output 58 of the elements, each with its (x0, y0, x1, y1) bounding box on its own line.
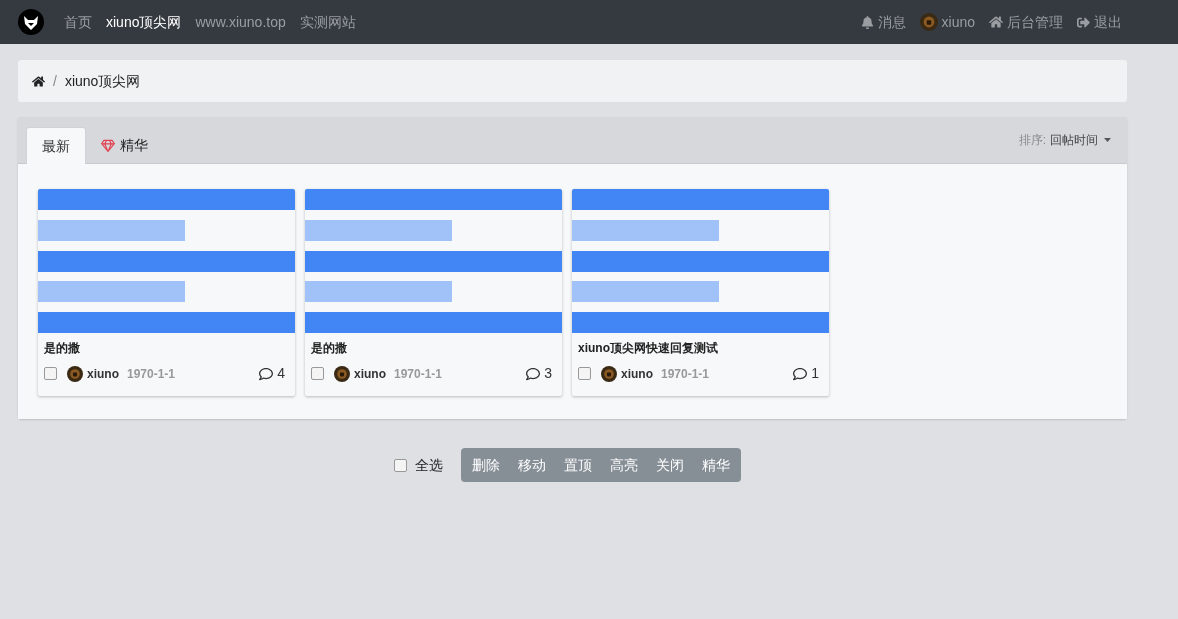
thread-title[interactable]: 是的撒 (311, 339, 556, 357)
nav-link[interactable]: 消息 (860, 11, 906, 33)
post-date: 1970-1-1 (661, 365, 710, 383)
comment-icon (793, 366, 808, 381)
select-all-label: 全选 (415, 455, 443, 475)
checkbox[interactable] (578, 367, 591, 380)
checkbox[interactable] (44, 367, 57, 380)
sort-dropdown[interactable]: 回帖时间 (1050, 131, 1111, 149)
author-name: xiuno (87, 365, 119, 383)
nav-link[interactable]: 实测网站 (299, 11, 356, 33)
author-name: xiuno (354, 365, 386, 383)
home-icon[interactable] (32, 74, 45, 88)
thread-card[interactable]: 是的撒 xiuno 1970-1-1 4 (38, 189, 295, 396)
thread-title[interactable]: 是的撒 (44, 339, 289, 357)
reply-count: 4 (277, 364, 285, 383)
nav-link[interactable]: 首页 (64, 11, 92, 33)
nav-link[interactable]: www.xiuno.top (195, 11, 286, 33)
post-date: 1970-1-1 (394, 365, 443, 383)
comment-icon (259, 366, 274, 381)
action-button[interactable]: 关闭 (647, 448, 693, 482)
breadcrumb-separator: / (53, 71, 57, 91)
gem-icon (101, 138, 115, 153)
caret-icon (1104, 138, 1111, 142)
action-button[interactable]: 置顶 (555, 448, 601, 482)
home-icon (989, 15, 1003, 29)
comment-icon (526, 366, 541, 381)
nav-link[interactable]: xiuno (919, 11, 975, 33)
avatar-icon (67, 365, 83, 382)
thread-title[interactable]: xiuno顶尖网快速回复测试 (578, 339, 823, 357)
tab[interactable]: 精华 (86, 127, 163, 164)
nav-link-label: 消息 (877, 12, 906, 32)
nav-link[interactable]: 退出 (1077, 11, 1122, 33)
logout-icon (1077, 15, 1090, 29)
action-button[interactable]: 移动 (509, 448, 555, 482)
thread-card[interactable]: xiuno顶尖网快速回复测试 xiuno 1970-1-1 1 (572, 189, 829, 396)
post-date: 1970-1-1 (127, 365, 176, 383)
action-button[interactable]: 高亮 (601, 448, 647, 482)
avatar-icon (919, 13, 938, 31)
author-name: xiuno (621, 365, 653, 383)
breadcrumb-link[interactable]: xiuno顶尖网 (64, 70, 141, 92)
nav-link[interactable]: 后台管理 (989, 11, 1063, 33)
bell-icon (860, 15, 874, 29)
sort-label: 排序: (1018, 132, 1046, 149)
checkbox[interactable] (394, 458, 407, 472)
nav-link-label: 退出 (1094, 12, 1122, 32)
reply-count: 3 (544, 364, 552, 383)
avatar-icon (334, 365, 350, 382)
nav-link-label: 后台管理 (1007, 12, 1063, 32)
avatar-icon (601, 365, 617, 382)
thread-card[interactable]: 是的撒 xiuno 1970-1-1 3 (305, 189, 562, 396)
nav-link[interactable]: xiuno顶尖网 (106, 11, 182, 33)
checkbox[interactable] (311, 367, 324, 380)
nav-link-label: xiuno (941, 12, 975, 32)
tab[interactable]: 最新 (26, 127, 86, 164)
action-button[interactable]: 精华 (693, 448, 739, 482)
logo-icon (18, 9, 44, 35)
action-button[interactable]: 删除 (463, 448, 509, 482)
reply-count: 1 (811, 364, 819, 383)
